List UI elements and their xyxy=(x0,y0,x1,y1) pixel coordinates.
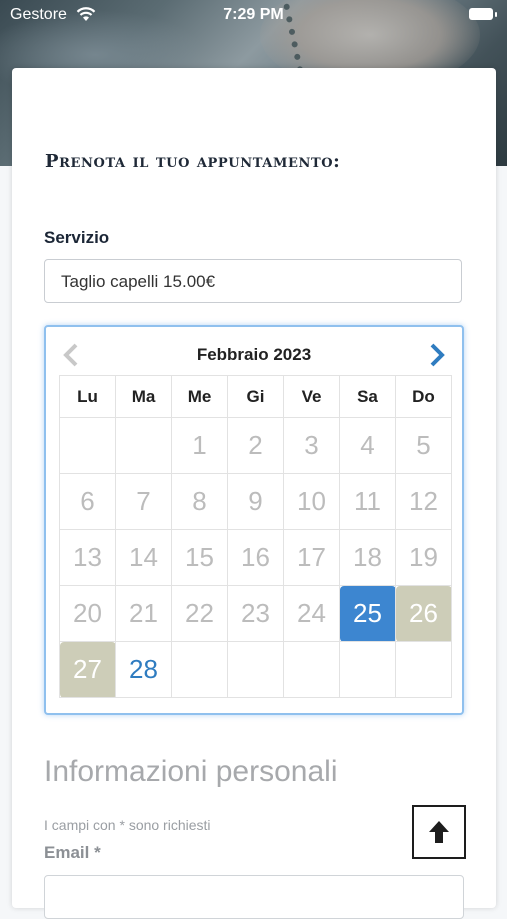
calendar-day xyxy=(59,417,116,474)
calendar-day[interactable]: 26 xyxy=(395,585,452,642)
weekday-header: Me xyxy=(171,375,228,418)
calendar-day: 20 xyxy=(59,585,116,642)
calendar-day: 2 xyxy=(227,417,284,474)
calendar-day: 23 xyxy=(227,585,284,642)
calendar-day: 5 xyxy=(395,417,452,474)
booking-card: Prenota il tuo appuntamento: Servizio Ta… xyxy=(12,68,496,919)
calendar-day xyxy=(227,641,284,698)
calendar-day: 21 xyxy=(115,585,172,642)
week-row: 13 14 15 16 17 18 19 xyxy=(59,529,452,586)
required-fields-note: I campi con * sono richiesti xyxy=(44,817,211,833)
calendar-header: Febbraio 2023 xyxy=(46,327,462,373)
calendar-day: 3 xyxy=(283,417,340,474)
calendar-day: 19 xyxy=(395,529,452,586)
date-picker-calendar: Febbraio 2023 Lu Ma Me Gi Ve Sa Do 1 2 3… xyxy=(44,325,464,715)
calendar-day: 10 xyxy=(283,473,340,530)
calendar-day: 22 xyxy=(171,585,228,642)
calendar-day: 14 xyxy=(115,529,172,586)
scroll-to-top-button[interactable] xyxy=(412,805,466,859)
calendar-day: 13 xyxy=(59,529,116,586)
calendar-day: 8 xyxy=(171,473,228,530)
calendar-day: 18 xyxy=(339,529,396,586)
weekday-row: Lu Ma Me Gi Ve Sa Do xyxy=(59,375,452,418)
calendar-day: 12 xyxy=(395,473,452,530)
month-label: Febbraio 2023 xyxy=(196,345,312,364)
calendar-day: 15 xyxy=(171,529,228,586)
section-heading-personal-info: Informazioni personali xyxy=(44,755,338,788)
weekday-header: Lu xyxy=(59,375,116,418)
email-label: Email * xyxy=(44,843,101,862)
arrow-up-icon xyxy=(429,821,449,843)
weekday-header: Do xyxy=(395,375,452,418)
weekday-header: Sa xyxy=(339,375,396,418)
calendar-day xyxy=(115,417,172,474)
week-row: 6 7 8 9 10 11 12 xyxy=(59,473,452,530)
chevron-right-icon[interactable] xyxy=(428,343,446,367)
status-bar: Gestore 7:29 PM xyxy=(0,0,507,30)
week-row: 27 28 xyxy=(59,641,452,698)
calendar-day xyxy=(395,641,452,698)
calendar-day xyxy=(283,641,340,698)
weekday-header: Gi xyxy=(227,375,284,418)
calendar-day: 24 xyxy=(283,585,340,642)
calendar-day[interactable]: 27 xyxy=(59,641,116,698)
email-field[interactable] xyxy=(44,875,464,919)
service-select[interactable]: Taglio capelli 15.00€ xyxy=(44,259,462,303)
service-label: Servizio xyxy=(44,228,110,247)
week-row: 1 2 3 4 5 xyxy=(59,417,452,474)
week-row: 20 21 22 23 24 25 26 xyxy=(59,585,452,642)
calendar-grid: Lu Ma Me Gi Ve Sa Do 1 2 3 4 5 6 7 8 9 1… xyxy=(59,375,452,698)
calendar-day: 16 xyxy=(227,529,284,586)
calendar-day xyxy=(339,641,396,698)
calendar-day: 17 xyxy=(283,529,340,586)
calendar-day: 1 xyxy=(171,417,228,474)
calendar-day: 11 xyxy=(339,473,396,530)
calendar-day[interactable]: 28 xyxy=(115,641,172,698)
calendar-day: 4 xyxy=(339,417,396,474)
page-title: Prenota il tuo appuntamento: xyxy=(45,151,341,172)
weekday-header: Ma xyxy=(115,375,172,418)
clock: 7:29 PM xyxy=(223,6,284,23)
calendar-day: 6 xyxy=(59,473,116,530)
calendar-day: 7 xyxy=(115,473,172,530)
weekday-header: Ve xyxy=(283,375,340,418)
calendar-day: 9 xyxy=(227,473,284,530)
calendar-day-selected[interactable]: 25 xyxy=(339,585,396,642)
calendar-day xyxy=(171,641,228,698)
battery-icon xyxy=(469,8,497,20)
